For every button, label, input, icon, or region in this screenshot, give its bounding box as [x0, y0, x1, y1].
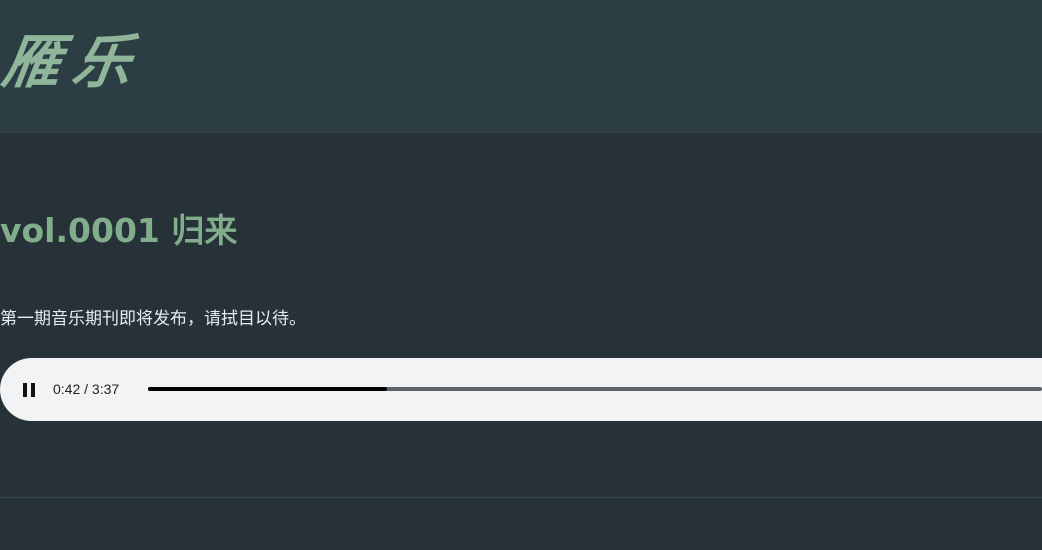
pause-button[interactable]	[16, 377, 42, 403]
section-divider	[0, 497, 1042, 498]
issue-title: vol.0001 归来	[0, 211, 238, 250]
site-header: 雁乐	[0, 0, 1042, 133]
site-logo[interactable]: 雁乐	[0, 22, 149, 102]
issue-description: 第一期音乐期刊即将发布，请拭目以待。	[0, 309, 306, 329]
progress-slider[interactable]	[148, 387, 1042, 391]
time-display: 0:42 / 3:37	[53, 381, 120, 397]
audio-player: 0:42 / 3:37	[0, 358, 1042, 421]
progress-fill	[148, 387, 387, 391]
